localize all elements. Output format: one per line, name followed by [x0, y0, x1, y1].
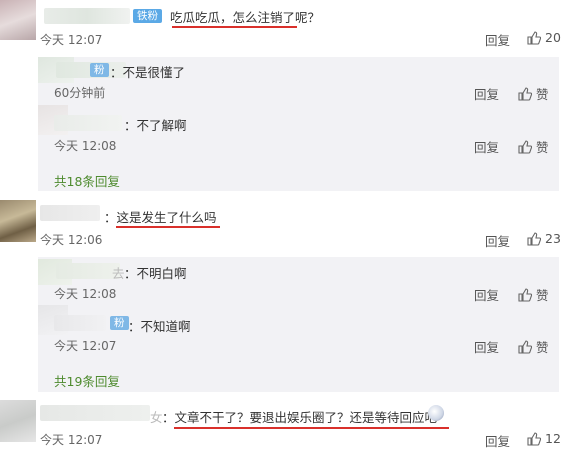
like-count: 20: [545, 30, 561, 45]
reply-button[interactable]: 回复: [485, 231, 510, 250]
avatar[interactable]: [0, 0, 36, 40]
reply-button[interactable]: 回复: [474, 337, 499, 356]
comment-time: 今天 12:07: [40, 433, 103, 447]
more-replies-link[interactable]: 共18条回复: [54, 171, 120, 190]
comment-time: 今天 12:06: [40, 233, 103, 247]
like-button[interactable]: 赞: [518, 84, 549, 103]
username-blurred[interactable]: [40, 405, 150, 421]
reply-text: ：不了解啊: [124, 118, 187, 133]
more-replies-link[interactable]: 共19条回复: [54, 371, 120, 390]
red-underline: [174, 427, 449, 429]
reply-text: ：不是很懂了: [110, 65, 186, 80]
like-label: 赞: [536, 340, 549, 355]
reply-button[interactable]: 回复: [474, 84, 499, 103]
like-count: 23: [545, 231, 561, 246]
username-blurred[interactable]: [54, 315, 106, 331]
username-blurred[interactable]: [56, 263, 120, 279]
thumbs-up-icon: [518, 339, 532, 354]
username-blurred[interactable]: [44, 8, 130, 24]
reply-list: 粉 ：不是很懂了 60分钟前 回复 赞 ：不了解啊 今天 12:08 回复 赞 …: [38, 57, 559, 191]
comment-text: ：文章不干了？要退出娱乐圈了？还是等待回应吧: [162, 410, 438, 425]
fan-badge: 铁粉: [133, 9, 162, 23]
avatar[interactable]: [0, 400, 36, 442]
username-tail: 去: [112, 266, 125, 281]
username-blurred[interactable]: [54, 115, 122, 131]
like-label: 赞: [536, 87, 549, 102]
reply-text: ：不知道啊: [128, 319, 191, 334]
avatar[interactable]: [0, 200, 36, 242]
reply-time: 今天 12:07: [54, 339, 117, 353]
fan-badge: 粉: [90, 63, 109, 77]
like-label: 赞: [536, 288, 549, 303]
comment-text: ：这是发生了什么吗: [104, 210, 217, 225]
comment-time: 今天 12:07: [40, 33, 103, 47]
reply-button[interactable]: 回复: [474, 137, 499, 156]
reply-button[interactable]: 回复: [474, 285, 499, 304]
like-count: 12: [545, 431, 561, 446]
reply-time: 今天 12:08: [54, 139, 117, 153]
like-button[interactable]: 赞: [518, 337, 549, 356]
like-button[interactable]: 赞: [518, 285, 549, 304]
reply-list: 去 ：不明白啊 今天 12:08 回复 赞 粉 ：不知道啊 今天 12:07 回…: [38, 257, 559, 392]
like-button[interactable]: 23: [527, 231, 561, 246]
comment-text: 吃瓜吃瓜，怎么注销了呢？: [170, 10, 321, 25]
fan-badge: 粉: [110, 316, 129, 330]
thumbs-up-icon: [518, 287, 532, 302]
thumbs-up-icon: [518, 86, 532, 101]
thumbs-up-icon: [527, 231, 541, 246]
like-button[interactable]: 12: [527, 431, 561, 446]
reply-button[interactable]: 回复: [485, 431, 510, 450]
username-blurred[interactable]: [40, 205, 100, 221]
red-underline: [116, 226, 220, 228]
thumbs-up-icon: [527, 431, 541, 446]
like-button[interactable]: 20: [527, 30, 561, 45]
like-button[interactable]: 赞: [518, 137, 549, 156]
emoji-icon: [428, 405, 444, 421]
red-underline: [172, 26, 297, 28]
reply-button[interactable]: 回复: [485, 30, 510, 49]
thumbs-up-icon: [518, 139, 532, 154]
reply-text: ：不明白啊: [124, 266, 187, 281]
like-label: 赞: [536, 140, 549, 155]
thumbs-up-icon: [527, 30, 541, 45]
username-tail: 女: [150, 410, 163, 425]
reply-time: 今天 12:08: [54, 287, 117, 301]
reply-time: 60分钟前: [54, 86, 106, 100]
